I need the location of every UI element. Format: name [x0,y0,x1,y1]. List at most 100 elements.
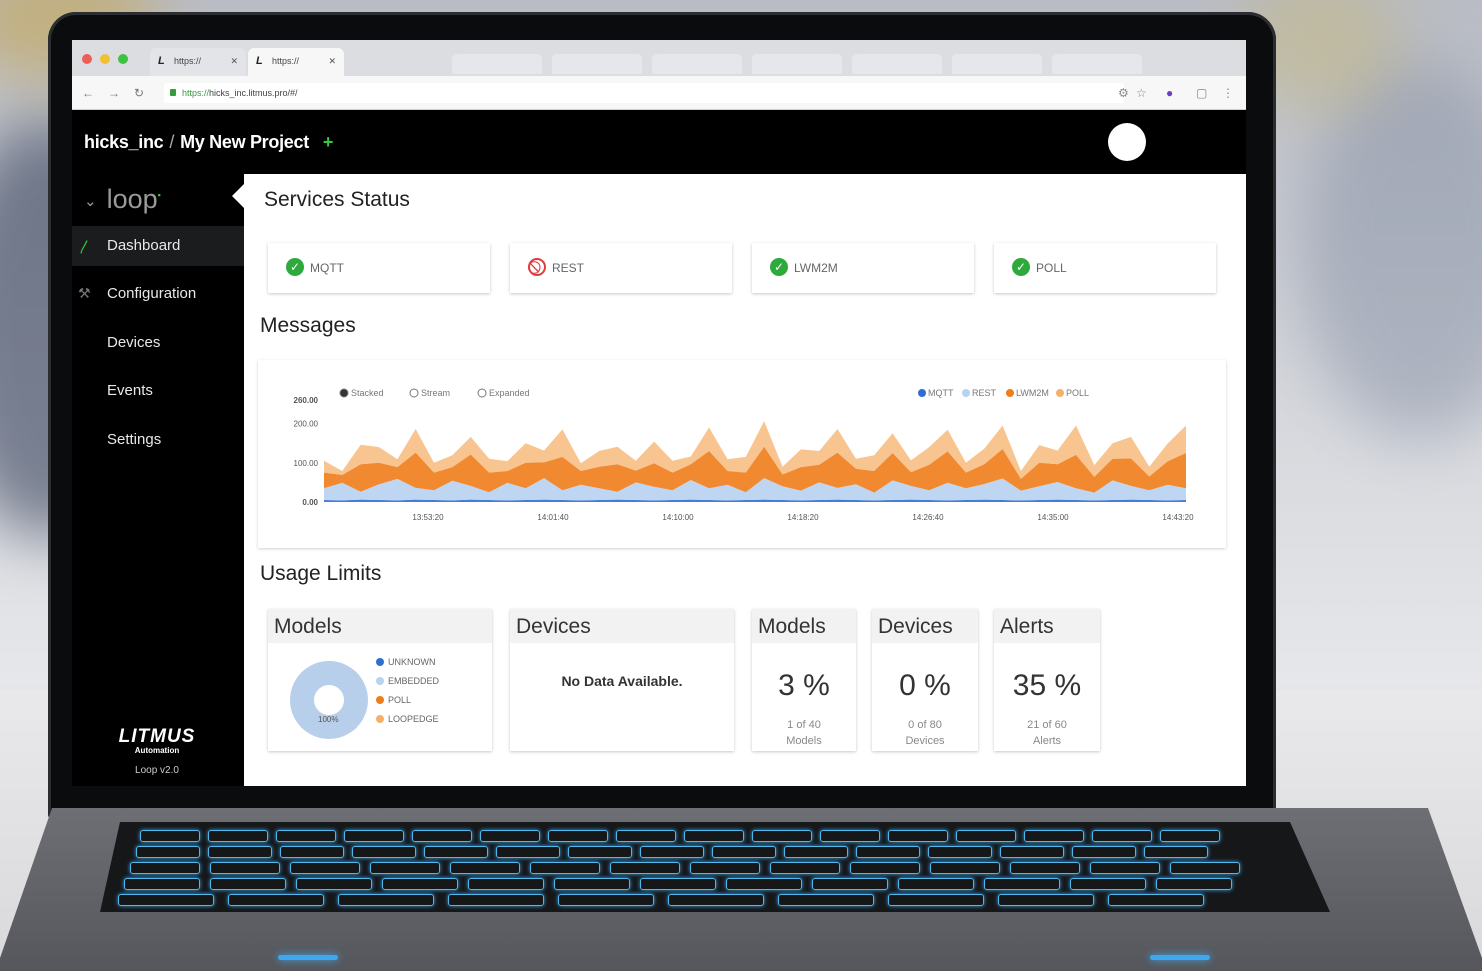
breadcrumb-project[interactable]: My New Project [180,132,309,152]
keyboard-key [210,878,286,890]
service-card-lwm2m: ✓ LWM2M [752,243,974,293]
x-tick-label: 14:43:20 [1162,513,1194,522]
service-card-mqtt: ✓ MQTT [268,243,490,293]
browser-address-bar: ← → ↻ https://hicks_inc.litmus.pro/#/ ⚙ … [72,76,1246,110]
keyboard-key [1160,830,1220,842]
keyboard-key [448,894,544,906]
tab-label: https:// [174,56,202,66]
messages-chart: Stacked Stream Expanded MQTT REST LWM2M POLL 26… [294,388,1195,522]
legend-swatch [918,389,926,397]
mode-radio [477,388,487,398]
legend-item[interactable]: EMBEDDED [376,672,439,691]
keyboard-key [352,846,416,858]
keyboard-key [290,862,360,874]
y-tick-label: 260.00 [294,396,319,405]
extension-icon[interactable]: ▢ [1196,86,1207,100]
bookmark-icon[interactable]: ☆ [1136,86,1147,100]
keyboard-key [820,830,880,842]
keyboard-key [1156,878,1232,890]
url-protocol: https:// [182,88,210,98]
legend-label: LWM2M [1016,388,1049,398]
card-title: Models [268,609,492,643]
keyboard-key [130,862,200,874]
back-icon[interactable]: ← [82,86,94,100]
sidebar-item-label: Configuration [107,285,197,302]
profile-icon[interactable]: ● [1166,86,1173,100]
mode-label: Expanded [489,388,530,398]
active-pointer [232,182,246,210]
keyboard-key [568,846,632,858]
legend-swatch [376,658,384,666]
sidebar-item-events[interactable]: Events [72,371,244,411]
check-circle-icon: ✓ [770,258,788,276]
keyboard-key [530,862,600,874]
close-tab-icon[interactable]: ✕ [328,56,336,67]
keyboard-key [296,878,372,890]
keyboard-key [998,894,1094,906]
ghost-tab [552,54,642,74]
litmus-logo-icon: L [256,55,263,67]
keyboard-key [276,830,336,842]
window-zoom-button[interactable] [118,54,128,64]
browser-tab[interactable]: L https:// ✕ [248,48,344,76]
x-tick-label: 14:01:40 [537,513,569,522]
app-switcher[interactable]: ⌄ loop▪ [84,184,161,215]
keyboard-key [554,878,630,890]
keyboard-key [210,862,280,874]
laptop-screen: L https:// ✕ L https:// ✕ ← → ↻ https://… [72,40,1246,786]
service-name: POLL [1036,261,1067,275]
reload-icon[interactable]: ↻ [134,86,144,100]
sidebar: ⌄ loop▪ 〳 Dashboard ⚒ Configuration Devic… [72,174,244,786]
service-card-rest: ⃠ REST [510,243,732,293]
extension-icon[interactable]: ⚙ [1118,86,1129,100]
service-card-poll: ✓ POLL [994,243,1216,293]
keyboard-key [1108,894,1204,906]
avatar[interactable] [1108,123,1146,161]
breadcrumb-org[interactable]: hicks_inc [84,132,164,152]
models-donut-chart [290,661,368,739]
keyboard-key [382,878,458,890]
legend-swatch [1006,389,1014,397]
legend-item[interactable]: POLL [376,691,439,710]
usage-title: Usage Limits [260,562,382,585]
forward-icon[interactable]: → [108,86,120,100]
browser-tab[interactable]: L https:// ✕ [150,48,246,76]
sidebar-item-settings[interactable]: Settings [72,420,244,460]
service-name: REST [552,261,585,275]
legend-item[interactable]: UNKNOWN [376,653,439,672]
sidebar-item-configuration[interactable]: ⚒ Configuration [72,274,244,314]
models-chart-card: Models 100% UNKNOWN EMBEDDED POLL LOOPED… [268,609,492,751]
keyboard-key [930,862,1000,874]
sidebar-item-devices[interactable]: Devices [72,323,244,363]
legend-swatch [376,677,384,685]
keyboard-key [558,894,654,906]
window-minimize-button[interactable] [100,54,110,64]
keyboard-key [640,846,704,858]
menu-icon[interactable]: ⋮ [1222,86,1234,100]
keyboard-key [610,862,680,874]
devices-limit-card: Devices 0 % 0 of 80 Devices [872,609,978,751]
keyboard-key [338,894,434,906]
keyboard-key [1010,862,1080,874]
y-tick-label: 100.00 [294,459,319,468]
mode-radio [339,388,349,398]
x-tick-label: 14:10:00 [662,513,694,522]
y-tick-label: 200.00 [294,420,319,429]
limit-unit: Models [786,735,822,747]
add-project-button[interactable]: + [323,132,334,152]
sidebar-item-label: Devices [107,334,161,351]
legend-label: MQTT [928,388,954,398]
url-input[interactable]: https://hicks_inc.litmus.pro/#/ [164,83,1124,103]
browser-tab-bar: L https:// ✕ L https:// ✕ [72,40,1246,76]
app-version: Loop v2.0 [135,765,179,776]
keyboard-key [752,830,812,842]
keyboard-key [668,894,764,906]
sidebar-item-dashboard[interactable]: 〳 Dashboard [72,226,244,266]
legend-label: REST [972,388,997,398]
window-close-button[interactable] [82,54,92,64]
close-tab-icon[interactable]: ✕ [230,56,238,67]
mode-label: Stream [421,388,450,398]
empty-state: No Data Available. [561,673,683,689]
legend-item[interactable]: LOOPEDGE [376,710,439,729]
chevron-down-icon: ⌄ [84,192,97,210]
